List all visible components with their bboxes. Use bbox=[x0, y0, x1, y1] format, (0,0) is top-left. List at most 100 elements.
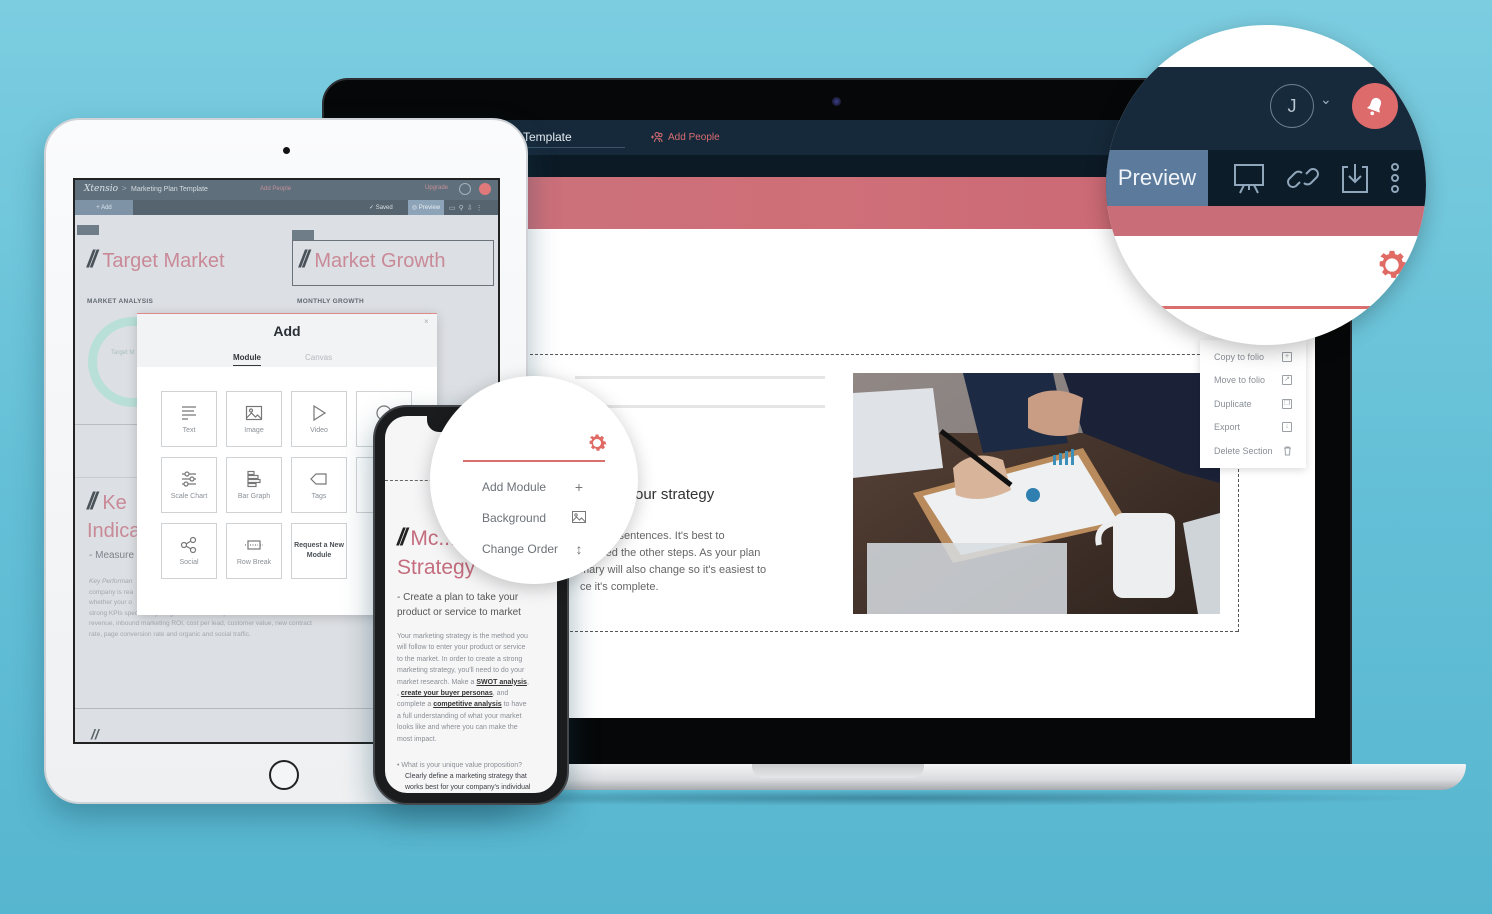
request-new-module[interactable]: Request a New Module bbox=[291, 523, 347, 579]
module-scale-chart[interactable]: Scale Chart bbox=[161, 457, 217, 513]
upgrade-link[interactable]: Upgrade bbox=[425, 185, 448, 191]
market-analysis-label: MARKET ANALYSIS bbox=[87, 298, 154, 305]
row-break-icon bbox=[245, 540, 263, 550]
heading-text: Market Growth bbox=[314, 250, 446, 272]
module-social[interactable]: Social bbox=[161, 523, 217, 579]
close-icon[interactable]: × bbox=[424, 317, 429, 326]
paragraph-line: marketing strategy, you'll need to do yo… bbox=[397, 667, 525, 675]
menu-item-background[interactable]: Background bbox=[482, 510, 587, 526]
module-tags[interactable]: Tags bbox=[291, 457, 347, 513]
bullet-line: works best for your company's individual bbox=[405, 784, 531, 791]
paragraph-line: revenue, inbound marketing ROI, cost per… bbox=[89, 620, 312, 627]
slash-decoration: // bbox=[87, 488, 97, 515]
user-avatar[interactable] bbox=[459, 183, 471, 195]
bell-icon bbox=[1366, 97, 1382, 116]
menu-item-label: Change Order bbox=[482, 542, 559, 556]
gear-icon[interactable] bbox=[585, 431, 609, 455]
app-logo[interactable]: Xtensio bbox=[84, 184, 118, 194]
gear-icon[interactable] bbox=[1372, 245, 1412, 285]
competitive-analysis-link[interactable]: competitive analysis bbox=[433, 701, 501, 708]
menu-item-label: Background bbox=[482, 511, 547, 525]
module-label: Text bbox=[182, 427, 196, 434]
image-icon bbox=[245, 405, 263, 421]
move-folio-icon: ↗ bbox=[1282, 375, 1292, 386]
target-market-heading: // Target Market bbox=[87, 246, 225, 274]
document-title[interactable]: Marketing Plan Template bbox=[131, 186, 208, 193]
menu-item-label: Export bbox=[1214, 422, 1241, 433]
tag-icon bbox=[310, 473, 327, 485]
duplicate-icon: ❐ bbox=[1282, 398, 1292, 409]
menu-item-label: Add Module bbox=[482, 480, 547, 494]
tab-module[interactable]: Module bbox=[233, 353, 261, 366]
menu-item-export[interactable]: Export ↓ bbox=[1200, 416, 1306, 440]
link-icon[interactable] bbox=[1286, 162, 1320, 194]
module-row-break[interactable]: Row Break bbox=[226, 523, 282, 579]
toolbar-icons bbox=[1232, 162, 1400, 194]
title-underline bbox=[520, 147, 625, 148]
tab-canvas[interactable]: Canvas bbox=[305, 353, 332, 362]
module-label: Bar Graph bbox=[237, 493, 271, 500]
laptop-camera bbox=[832, 97, 841, 106]
section-heading: our strategy bbox=[635, 486, 715, 503]
reorder-icon: ↕ bbox=[575, 541, 583, 557]
module-label: Image bbox=[244, 427, 264, 434]
more-vertical-icon[interactable] bbox=[1390, 162, 1400, 194]
menu-item-label: Copy to folio bbox=[1214, 351, 1265, 362]
paragraph-line: a full understanding of what your market bbox=[397, 712, 522, 720]
module-text[interactable]: Text bbox=[161, 391, 217, 447]
module-bar-graph[interactable]: Bar Graph bbox=[226, 457, 282, 513]
add-people-label: Add People bbox=[668, 131, 720, 143]
menu-item-delete-section[interactable]: Delete Section bbox=[1200, 439, 1306, 463]
notifications-button[interactable] bbox=[1352, 83, 1398, 129]
bullet-line: • What is your unique value proposition? bbox=[397, 762, 523, 769]
buyer-personas-link[interactable]: create your buyer personas bbox=[401, 690, 493, 697]
bar-graph-icon bbox=[247, 470, 261, 488]
breadcrumb-separator: > bbox=[122, 184, 127, 193]
module-image[interactable]: Image bbox=[226, 391, 282, 447]
image-icon bbox=[571, 510, 587, 526]
document-title[interactable]: Template bbox=[523, 130, 572, 144]
paragraph-line: ce it's complete. bbox=[580, 581, 659, 593]
dialog-title: Add bbox=[273, 323, 301, 339]
paragraph-line: , create your buyer personas, and bbox=[397, 690, 509, 698]
menu-item-label: Duplicate bbox=[1214, 398, 1252, 409]
user-avatar[interactable]: J bbox=[1270, 84, 1314, 128]
paragraph-line: market research. Make a SWOT analysis, bbox=[397, 678, 529, 686]
add-people-button[interactable]: Add People bbox=[650, 131, 720, 143]
paragraph-line: complete a competitive analysis to have bbox=[397, 701, 527, 709]
saved-status: ✓ Saved bbox=[369, 205, 393, 211]
paragraph-line: finished the other steps. As your plan bbox=[580, 547, 761, 559]
kpi-heading: // Ke bbox=[87, 488, 127, 516]
toolbar-icons[interactable]: ▭⚲⇩⋮ bbox=[449, 204, 486, 212]
placeholder-line bbox=[575, 405, 825, 408]
menu-item-copy-to-folio[interactable]: Copy to folio + bbox=[1200, 345, 1306, 369]
paragraph-line: most impact. bbox=[397, 735, 437, 743]
menu-item-change-order[interactable]: Change Order ↕ bbox=[482, 541, 587, 557]
section-divider bbox=[1161, 306, 1426, 309]
module-video[interactable]: Video bbox=[291, 391, 347, 447]
download-icon[interactable] bbox=[1340, 162, 1370, 194]
video-icon bbox=[313, 404, 327, 422]
module-handle[interactable] bbox=[77, 225, 99, 235]
swot-analysis-link[interactable]: SWOT analysis bbox=[476, 679, 527, 686]
dialog-header bbox=[137, 313, 437, 367]
bullet-line: Clearly define a marketing strategy that bbox=[405, 773, 527, 780]
notifications-button[interactable] bbox=[479, 183, 491, 195]
preview-button[interactable]: Preview bbox=[1106, 150, 1208, 206]
strategy-subtitle: - Create a plan to take your product or … bbox=[397, 590, 547, 620]
add-button[interactable]: + Add bbox=[75, 200, 133, 215]
plus-icon: + bbox=[574, 479, 584, 495]
strategy-heading-line2: Strategy bbox=[397, 556, 476, 579]
presentation-icon[interactable] bbox=[1232, 162, 1266, 194]
module-handle[interactable] bbox=[292, 230, 314, 240]
add-people-button[interactable]: Add People bbox=[260, 186, 291, 192]
chevron-down-icon[interactable]: ⌄ bbox=[1320, 91, 1332, 108]
menu-item-add-module[interactable]: Add Module + bbox=[482, 479, 587, 495]
menu-item-move-to-folio[interactable]: Move to folio ↗ bbox=[1200, 369, 1306, 393]
paragraph-line: rate, page conversion rate and organic a… bbox=[89, 630, 251, 638]
paragraph-line: looks like and where you can make the bbox=[397, 724, 518, 732]
menu-item-duplicate[interactable]: Duplicate ❐ bbox=[1200, 392, 1306, 416]
preview-button[interactable]: ◎ Preview bbox=[408, 200, 444, 215]
placeholder-line bbox=[575, 376, 825, 379]
section-border bbox=[530, 354, 1240, 355]
